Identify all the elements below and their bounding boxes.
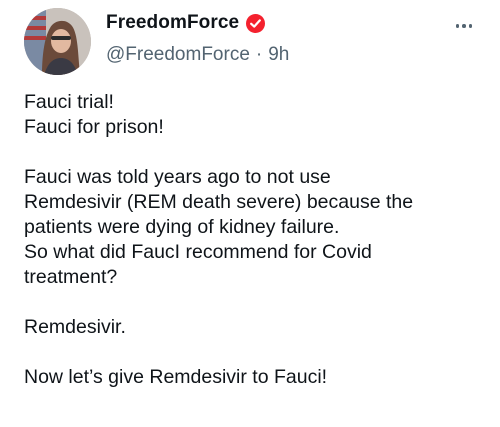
post-text-line: Fauci trial!: [24, 91, 114, 113]
post-text-line: Remdesivir (REM death severe) because th…: [24, 191, 414, 213]
more-dot: [468, 24, 473, 28]
more-dot: [455, 24, 460, 28]
post-text-line: Now let’s give Remdesivir to Fauci!: [24, 366, 328, 388]
post-text-line: patients were dying of kidney failure.: [24, 216, 340, 238]
author-name-row: FreedomForce: [106, 12, 266, 34]
post-text-line: Fauci for prison!: [24, 116, 164, 138]
author-display-name[interactable]: FreedomForce: [106, 12, 239, 34]
post: FreedomForce @FreedomForce · 9h Fauci tr…: [0, 0, 500, 427]
post-text-line: So what did FaucI recommend for Covid: [24, 241, 372, 263]
more-dot: [462, 24, 466, 28]
post-blank-line: [24, 290, 484, 315]
post-timestamp[interactable]: 9h: [268, 44, 289, 66]
post-text-line: treatment?: [24, 266, 118, 288]
avatar[interactable]: [24, 8, 91, 75]
author-handle[interactable]: @FreedomForce: [106, 44, 250, 66]
post-body: Fauci trial! Fauci for prison! Fauci was…: [24, 90, 484, 390]
post-blank-line: [24, 340, 484, 365]
post-text-line: Fauci was told years ago to not use: [24, 166, 331, 188]
more-options-icon[interactable]: [452, 16, 476, 36]
author-meta-row: @FreedomForce · 9h: [106, 44, 289, 66]
verified-badge-icon: [245, 13, 266, 34]
post-text-line: Remdesivir.: [24, 316, 126, 338]
post-blank-line: [24, 140, 484, 165]
meta-separator: ·: [255, 44, 263, 65]
